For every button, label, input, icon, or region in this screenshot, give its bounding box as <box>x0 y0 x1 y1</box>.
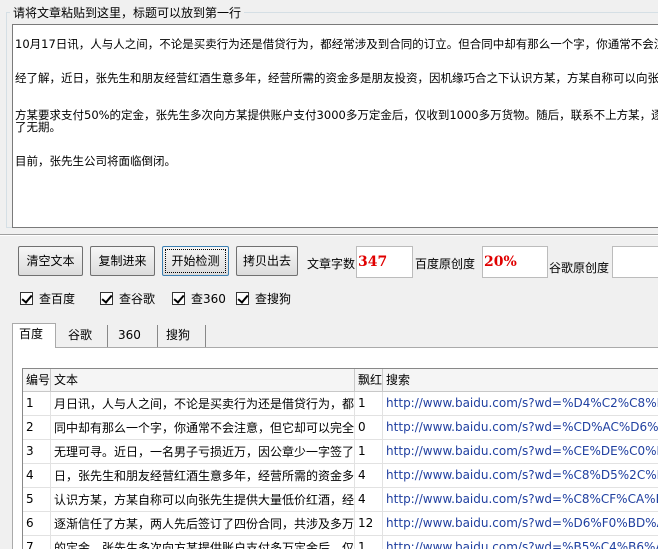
column-header-red[interactable]: 飘红 <box>354 369 384 392</box>
article-line: 目前，张先生公司将面临倒闭。 <box>15 154 176 168</box>
article-line: 经了解，近日，张先生和朋友经营红酒生意多年，经营所需的资金多是朋友投资，因机缘巧… <box>15 71 658 85</box>
google-originality-label: 谷歌原创度 <box>549 261 610 275</box>
table-row[interactable]: 5 认识方某，方某自称可以向张先生提供大量低价红酒，经 4 http://www… <box>23 487 658 512</box>
article-line: 了无期。 <box>15 120 61 134</box>
article-legend: 请将文章粘贴到这里，标题可以放到第一行 <box>10 4 245 21</box>
table-row[interactable]: 2 同中却有那么一个字，你通常不会注意，但它却可以完全 0 http://www… <box>23 415 658 440</box>
column-header-search[interactable]: 搜索 <box>382 369 658 392</box>
search-link[interactable]: http://www.baidu.com/s?wd=%CD%AC%D6%D0 <box>382 415 658 440</box>
column-header-text[interactable]: 文本 <box>50 369 356 392</box>
baidu-originality-label: 百度原创度 <box>415 257 476 271</box>
search-link[interactable]: http://www.baidu.com/s?wd=%D6%F0%BD%A5 <box>382 511 658 536</box>
word-count-field[interactable]: 347 <box>356 246 413 278</box>
tab-sogou[interactable]: 搜狗 <box>160 325 206 347</box>
search-link[interactable]: http://www.baidu.com/s?wd=%B5%C4%B6%A8 <box>382 535 658 549</box>
search-link[interactable]: http://www.baidu.com/s?wd=%CE%DE%C0%ED <box>382 439 658 464</box>
article-textarea[interactable]: 10月17日讯，人与人之间，不论是买卖行为还是借贷行为，都经常涉及到合同的订立。… <box>12 24 658 228</box>
start-check-button[interactable]: 开始检测 <box>162 246 229 276</box>
search-link[interactable]: http://www.baidu.com/s?wd=%C8%CF%CA%B6 <box>382 487 658 512</box>
article-line: 10月17日讯，人与人之间，不论是买卖行为还是借贷行为，都经常涉及到合同的订立。… <box>15 37 658 51</box>
tab-google[interactable]: 谷歌 <box>62 325 108 347</box>
results-table[interactable]: 编号 文本 飘红 搜索 1 月日讯，人与人之间，不论是买卖行为还是借贷行为，都 … <box>22 368 658 549</box>
search-link[interactable]: http://www.baidu.com/s?wd=%D4%C2%C8%D5 <box>382 391 658 416</box>
table-row[interactable]: 6 逐渐信任了方某，两人先后签订了四份合同，共涉及多万 12 http://ww… <box>23 511 658 536</box>
check-sogou-checkbox[interactable]: 查搜狗 <box>236 290 291 306</box>
table-row[interactable]: 1 月日讯，人与人之间，不论是买卖行为还是借贷行为，都 1 http://www… <box>23 391 658 416</box>
check-baidu-checkbox[interactable]: 查百度 <box>20 290 75 306</box>
checkmark-icon <box>172 292 185 305</box>
google-originality-field[interactable] <box>612 246 658 278</box>
check-360-checkbox[interactable]: 查360 <box>172 290 226 306</box>
checkmark-icon <box>20 292 33 305</box>
column-header-id[interactable]: 编号 <box>23 369 52 392</box>
baidu-originality-field[interactable]: 20% <box>482 246 548 278</box>
tab-baidu[interactable]: 百度 <box>12 323 56 348</box>
tab-360[interactable]: 360 <box>112 325 158 347</box>
check-google-checkbox[interactable]: 查谷歌 <box>100 290 155 306</box>
table-row[interactable]: 4 日，张先生和朋友经营红酒生意多年，经营所需的资金多 4 http://www… <box>23 463 658 488</box>
search-link[interactable]: http://www.baidu.com/s?wd=%C8%D5%2C%D5 <box>382 463 658 488</box>
copy-out-button[interactable]: 拷贝出去 <box>236 246 298 276</box>
table-header-row: 编号 文本 飘红 搜索 <box>23 369 658 392</box>
checkmark-icon <box>236 292 249 305</box>
table-row[interactable]: 3 无理可寻。近日，一名男子亏损近万，因公章少一字签了 1 http://www… <box>23 439 658 464</box>
word-count-label: 文章字数 <box>307 257 356 271</box>
checkmark-icon <box>100 292 113 305</box>
clear-text-button[interactable]: 清空文本 <box>18 246 83 276</box>
paste-in-button[interactable]: 复制进来 <box>90 246 155 276</box>
table-row[interactable]: 7 的定金，张先生多次向方某提供账户支付多万定金后，仅 1 http://www… <box>23 535 658 549</box>
article-line: 方某要求支付50%的定金，张先生多次向方某提供账户支付3000多万定金后，仅收到… <box>15 108 658 122</box>
